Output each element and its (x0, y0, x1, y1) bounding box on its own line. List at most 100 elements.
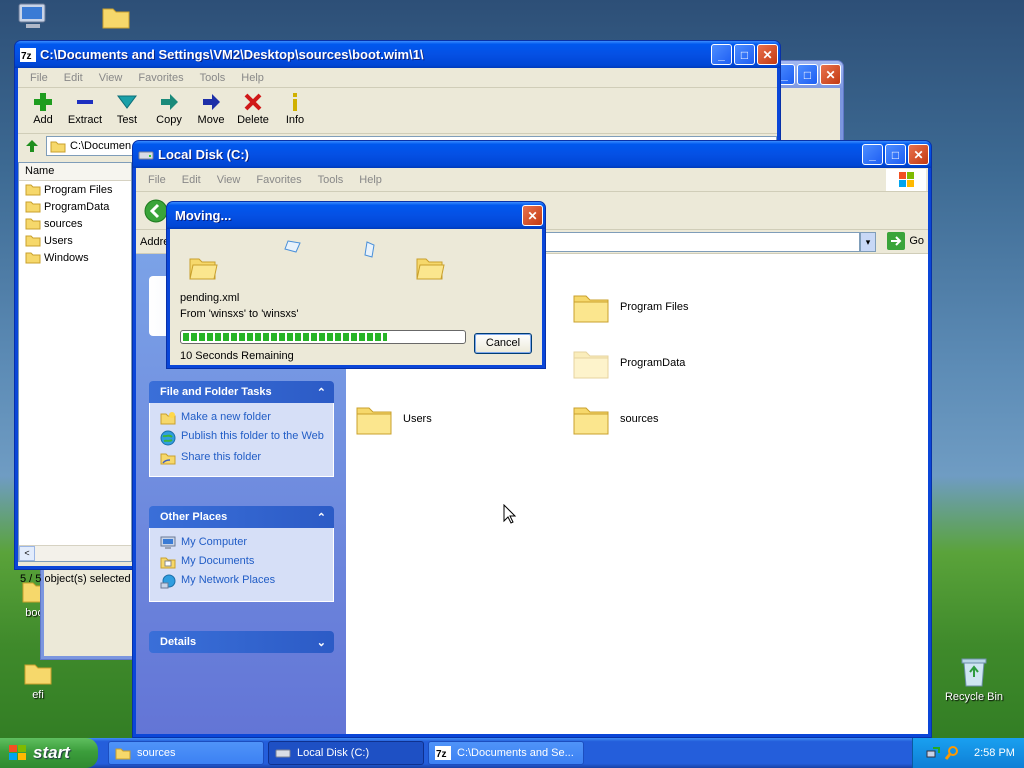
menu-view[interactable]: View (209, 174, 249, 186)
address-dropdown-button[interactable]: ▾ (860, 232, 876, 252)
maximize-button[interactable]: □ (734, 44, 755, 65)
maximize-button[interactable]: □ (885, 144, 906, 165)
list-item[interactable]: Program Files (19, 181, 131, 198)
link-label: Share this folder (181, 451, 262, 463)
make-new-folder-link[interactable]: Make a new folder (160, 411, 325, 425)
desktop-icon-efi[interactable]: efi (8, 660, 68, 701)
collapse-chevron-icon[interactable]: ⌃ (317, 386, 326, 399)
toolbar-test-button[interactable]: Test (106, 88, 148, 133)
folder-icon (24, 664, 52, 685)
toolbar-move-label: Move (197, 114, 225, 126)
network-tray-icon[interactable] (925, 745, 941, 761)
horizontal-scrollbar[interactable]: < (19, 545, 131, 561)
7zip-app-icon: 7z (435, 746, 451, 760)
back-arrow-icon[interactable] (144, 199, 168, 223)
menu-help[interactable]: Help (351, 174, 390, 186)
expand-chevron-icon[interactable]: ⌄ (317, 636, 326, 649)
file-folder-tasks-body: Make a new folder Publish this folder to… (149, 403, 334, 477)
7zip-app-icon: 7z (20, 47, 36, 62)
my-computer-link[interactable]: My Computer (160, 536, 325, 550)
details-header[interactable]: Details ⌄ (149, 631, 334, 653)
folder-programdata[interactable]: ProgramData (572, 346, 685, 380)
list-item[interactable]: Users (19, 232, 131, 249)
menu-favorites[interactable]: Favorites (248, 174, 309, 186)
go-label: Go (909, 235, 924, 247)
other-places-title: Other Places (160, 511, 228, 523)
toolbar-add-button[interactable]: Add (22, 88, 64, 133)
other-places-header[interactable]: Other Places ⌃ (149, 506, 334, 528)
minimize-button[interactable]: _ (862, 144, 883, 165)
my-documents-link[interactable]: My Documents (160, 555, 325, 569)
menu-favorites[interactable]: Favorites (130, 72, 191, 84)
taskbar-item-7zip[interactable]: 7z C:\Documents and Se... (428, 741, 584, 765)
minimize-button[interactable]: _ (711, 44, 732, 65)
taskbar-item-sources[interactable]: sources (108, 741, 264, 765)
source-folder-icon (189, 258, 218, 280)
list-item[interactable]: ProgramData (19, 198, 131, 215)
moving-filename: pending.xml (180, 292, 240, 304)
globe-icon (160, 430, 176, 446)
menu-tools[interactable]: Tools (310, 174, 352, 186)
folder-users[interactable]: Users (355, 402, 432, 436)
moving-dialog-titlebar[interactable]: Moving... ✕ (167, 202, 545, 229)
zip-titlebar[interactable]: 7z C:\Documents and Settings\VM2\Desktop… (15, 41, 780, 68)
status-text: 5 / 5 object(s) selected (20, 573, 131, 585)
toolbar-delete-button[interactable]: Delete (232, 88, 274, 133)
svg-text:7z: 7z (436, 749, 447, 760)
maximize-button[interactable]: □ (797, 64, 818, 85)
desktop-icon-my-computer[interactable] (8, 2, 58, 35)
folder-program-files[interactable]: Program Files (572, 290, 688, 324)
computer-icon (160, 536, 176, 549)
explorer-titlebar[interactable]: Local Disk (C:) _ □ ✕ (133, 141, 931, 168)
menu-edit[interactable]: Edit (56, 72, 91, 84)
toolbar-delete-label: Delete (237, 114, 269, 126)
folder-icon (573, 295, 609, 323)
menu-file[interactable]: File (140, 174, 174, 186)
go-button[interactable]: Go (887, 232, 924, 250)
zip-file-list[interactable]: Name Program Files ProgramData sources U… (18, 162, 132, 562)
close-button[interactable]: ✕ (908, 144, 929, 165)
toolbar-copy-label: Copy (156, 114, 182, 126)
desktop-icon-label: Recycle Bin (944, 691, 1004, 703)
toolbar-move-button[interactable]: Move (190, 88, 232, 133)
folder-icon (115, 748, 131, 759)
toolbar-info-label: Info (285, 114, 305, 126)
toolbar-info-button[interactable]: Info (274, 88, 316, 133)
windows-logo-icon (9, 745, 26, 760)
start-button[interactable]: start (0, 738, 98, 768)
close-button[interactable]: ✕ (757, 44, 778, 65)
menu-help[interactable]: Help (233, 72, 272, 84)
share-folder-link[interactable]: Share this folder (160, 451, 325, 465)
file-folder-tasks-header[interactable]: File and Folder Tasks ⌃ (149, 381, 334, 403)
cancel-button[interactable]: Cancel (474, 333, 532, 354)
folder-icon (25, 252, 41, 264)
menu-file[interactable]: File (22, 72, 56, 84)
folder-sources[interactable]: sources (572, 402, 659, 436)
list-item[interactable]: Windows (19, 249, 131, 266)
menu-edit[interactable]: Edit (174, 174, 209, 186)
recycle-bin-icon (961, 658, 987, 687)
zip-window-title: C:\Documents and Settings\VM2\Desktop\so… (40, 47, 424, 62)
column-header-name[interactable]: Name (19, 163, 131, 181)
up-folder-icon[interactable] (24, 138, 40, 154)
scroll-left-button[interactable]: < (19, 546, 35, 561)
moving-dialog[interactable]: Moving... ✕ pending.xml From 'winsxs' to… (166, 201, 546, 369)
menu-tools[interactable]: Tools (192, 72, 234, 84)
toolbar-copy-button[interactable]: Copy (148, 88, 190, 133)
toolbar-extract-button[interactable]: Extract (64, 88, 106, 133)
close-button[interactable]: ✕ (820, 64, 841, 85)
desktop-icon-folder[interactable] (86, 4, 146, 33)
test-icon (117, 95, 137, 109)
desktop-icon-recycle-bin[interactable]: Recycle Bin (940, 656, 1008, 703)
taskbar-item-local-disk[interactable]: Local Disk (C:) (268, 741, 424, 765)
search-tray-icon[interactable] (944, 745, 960, 761)
close-button[interactable]: ✕ (522, 205, 543, 226)
file-folder-tasks-title: File and Folder Tasks (160, 386, 272, 398)
my-network-places-link[interactable]: My Network Places (160, 574, 325, 590)
collapse-chevron-icon[interactable]: ⌃ (317, 511, 326, 524)
menu-view[interactable]: View (91, 72, 131, 84)
start-label: start (33, 743, 70, 762)
list-item[interactable]: sources (19, 215, 131, 232)
publish-folder-link[interactable]: Publish this folder to the Web (160, 430, 325, 446)
flying-document-icon (284, 240, 301, 253)
